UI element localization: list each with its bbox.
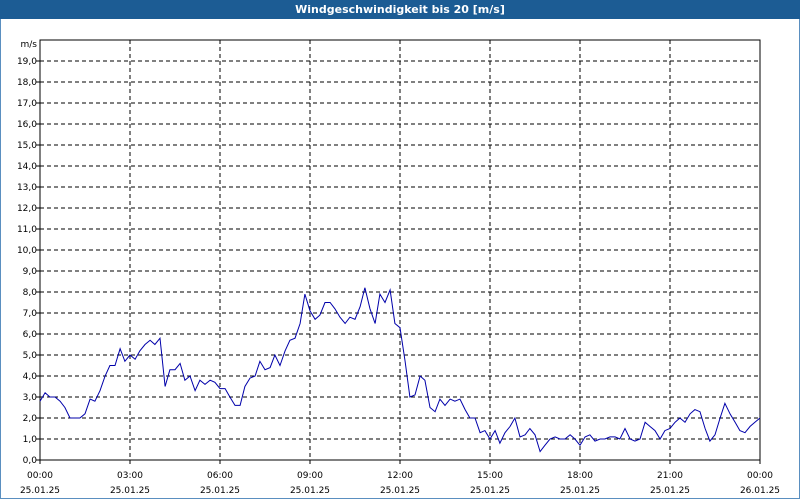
y-tick-label: 12,0	[17, 204, 37, 214]
x-tick-date-label: 25.01.25	[560, 486, 600, 496]
x-tick-time-label: 00:00	[27, 471, 53, 481]
y-tick-label: 3,0	[23, 393, 38, 403]
x-tick-time-label: 09:00	[297, 471, 323, 481]
y-tick-label: 0,0	[23, 456, 38, 466]
y-axis-ticks: 0,0 1,0 2,0 3,0 4,0 5,0 6,0 7,0 8,0 9,0 10,0 11,0 12…	[17, 57, 40, 466]
x-tick-date-label: 25.01.25	[380, 486, 420, 496]
y-tick-label: 5,0	[23, 351, 38, 361]
y-tick-label: 16,0	[17, 120, 37, 130]
x-tick-time-label: 18:00	[567, 471, 593, 481]
y-tick-label: 8,0	[23, 288, 38, 298]
grid-lines	[40, 40, 760, 460]
y-tick-label: 7,0	[23, 309, 38, 319]
x-tick-date-label: 25.01.25	[650, 486, 690, 496]
y-tick-label: 15,0	[17, 141, 37, 151]
y-tick-label: 13,0	[17, 183, 37, 193]
y-tick-label: 9,0	[23, 267, 38, 277]
x-tick-date-label: 25.01.25	[110, 486, 150, 496]
y-tick-label: 18,0	[17, 78, 37, 88]
y-tick-label: 17,0	[17, 99, 37, 109]
y-tick-label: 10,0	[17, 246, 37, 256]
y-tick-label: 4,0	[23, 372, 38, 382]
x-tick-time-label: 21:00	[657, 471, 683, 481]
x-tick-time-label: 00:00	[747, 471, 773, 481]
x-tick-time-label: 06:00	[207, 471, 233, 481]
y-tick-label: 2,0	[23, 414, 38, 424]
x-axis-ticks: 00:00 25.01.25 03:00 25.01.25 06:00 25.01.25 0…	[20, 460, 780, 496]
y-tick-label: 14,0	[17, 162, 37, 172]
y-tick-label: 19,0	[17, 57, 37, 67]
x-tick-time-label: 15:00	[477, 471, 503, 481]
y-axis-unit-label: m/s	[21, 40, 38, 50]
x-tick-date-label: 25.01.25	[470, 486, 510, 496]
x-tick-time-label: 03:00	[117, 471, 143, 481]
y-tick-label: 6,0	[23, 330, 38, 340]
y-tick-label: 11,0	[17, 225, 37, 235]
wind-speed-chart: m/s 0,0 1,0 2,0 3,0 4,0 5,0 6,0 7,0 8,0 9,0 10,0 11…	[17, 39, 780, 496]
x-tick-date-label: 26.01.25	[740, 486, 780, 496]
x-tick-time-label: 12:00	[387, 471, 413, 481]
y-tick-label: 1,0	[23, 435, 38, 445]
x-tick-date-label: 25.01.25	[200, 486, 240, 496]
x-tick-date-label: 25.01.25	[290, 486, 330, 496]
x-tick-date-label: 25.01.25	[20, 486, 60, 496]
